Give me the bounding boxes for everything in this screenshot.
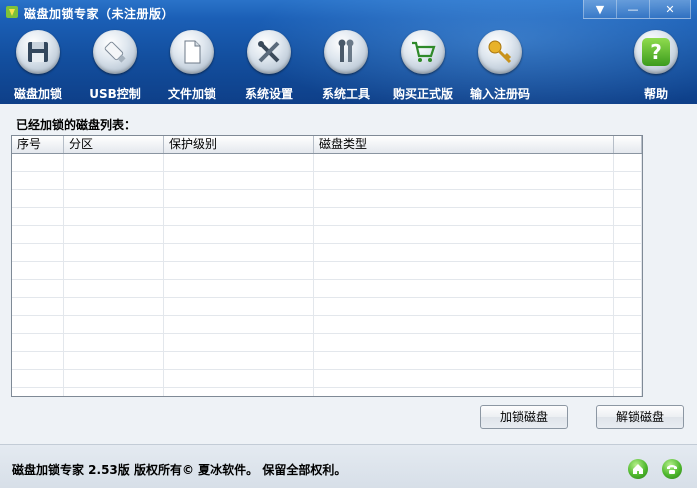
- column-header-protection-level[interactable]: 保护级别: [164, 136, 314, 153]
- main-content: 已经加锁的磁盘列表： 序号 分区 保护级别 磁盘类型 加锁磁盘 解锁磁盘: [0, 104, 697, 444]
- toolbar-item-system-tools[interactable]: 系统工具: [311, 30, 381, 102]
- menu-dropdown-button[interactable]: ▼: [583, 0, 617, 19]
- column-header-index[interactable]: 序号: [12, 136, 64, 153]
- status-bar: 磁盘加锁专家 2.53版 版权所有© 夏冰软件。 保留全部权利。: [0, 444, 697, 488]
- minimize-button[interactable]: —: [617, 0, 650, 19]
- table-row: [12, 244, 642, 262]
- key-icon: [478, 30, 522, 74]
- table-row: [12, 334, 642, 352]
- title-bar[interactable]: 磁盘加锁专家（未注册版） ▼ — ✕: [0, 0, 697, 26]
- app-header: 磁盘加锁专家（未注册版） ▼ — ✕ 磁盘加锁 USB控制 文件加锁 系统设置 …: [0, 0, 697, 104]
- toolbar-item-label: 文件加锁: [167, 87, 216, 101]
- toolbar-item-buy[interactable]: 购买正式版: [388, 30, 458, 102]
- column-header-extra[interactable]: [614, 136, 642, 153]
- table-row: [12, 172, 642, 190]
- table-row: [12, 298, 642, 316]
- document-icon: [170, 30, 214, 74]
- locked-disk-table[interactable]: 序号 分区 保护级别 磁盘类型: [11, 135, 643, 397]
- toolbar-item-label: 输入注册码: [469, 87, 530, 101]
- toolbar-item-label: 系统工具: [321, 87, 370, 101]
- column-header-partition[interactable]: 分区: [64, 136, 164, 153]
- toolbar-item-disk-lock[interactable]: 磁盘加锁: [3, 30, 73, 102]
- help-icon: ?: [634, 30, 678, 74]
- toolbar-item-usb-control[interactable]: USB控制: [80, 30, 150, 102]
- toolbar-item-label: 系统设置: [244, 87, 293, 101]
- floppy-disk-icon: [16, 30, 60, 74]
- table-row: [12, 370, 642, 388]
- table-row: [12, 226, 642, 244]
- toolbar-item-label: USB控制: [89, 87, 141, 101]
- table-header: 序号 分区 保护级别 磁盘类型: [12, 136, 642, 154]
- phone-icon[interactable]: [662, 459, 682, 479]
- toolbar-item-label: 帮助: [643, 87, 668, 101]
- table-row: [12, 388, 642, 396]
- table-row: [12, 316, 642, 334]
- wrench-icon: [324, 30, 368, 74]
- usb-drive-icon: [93, 30, 137, 74]
- table-row: [12, 352, 642, 370]
- window-title: 磁盘加锁专家（未注册版）: [24, 7, 175, 21]
- tools-icon: [247, 30, 291, 74]
- window-controls: ▼ — ✕: [583, 0, 691, 19]
- column-header-disk-type[interactable]: 磁盘类型: [314, 136, 614, 153]
- main-toolbar: 磁盘加锁 USB控制 文件加锁 系统设置 系统工具 购买正式版 输入注册码 ? …: [0, 30, 697, 104]
- table-row: [12, 208, 642, 226]
- table-row: [12, 154, 642, 172]
- table-row: [12, 262, 642, 280]
- unlock-disk-button[interactable]: 解锁磁盘: [596, 405, 684, 429]
- home-icon[interactable]: [628, 459, 648, 479]
- table-row: [12, 280, 642, 298]
- lock-disk-button[interactable]: 加锁磁盘: [480, 405, 568, 429]
- table-body: [12, 154, 642, 396]
- toolbar-item-register[interactable]: 输入注册码: [465, 30, 535, 102]
- shopping-cart-icon: [401, 30, 445, 74]
- toolbar-item-label: 购买正式版: [392, 87, 453, 101]
- toolbar-item-system-settings[interactable]: 系统设置: [234, 30, 304, 102]
- locked-disk-list-caption: 已经加锁的磁盘列表：: [16, 118, 137, 132]
- copyright-text: 磁盘加锁专家 2.53版 版权所有© 夏冰软件。 保留全部权利。: [12, 463, 347, 477]
- toolbar-item-label: 磁盘加锁: [13, 87, 62, 101]
- toolbar-item-help[interactable]: ? 帮助: [621, 30, 691, 102]
- close-button[interactable]: ✕: [650, 0, 691, 19]
- toolbar-item-file-lock[interactable]: 文件加锁: [157, 30, 227, 102]
- app-logo-icon: [6, 6, 18, 18]
- table-row: [12, 190, 642, 208]
